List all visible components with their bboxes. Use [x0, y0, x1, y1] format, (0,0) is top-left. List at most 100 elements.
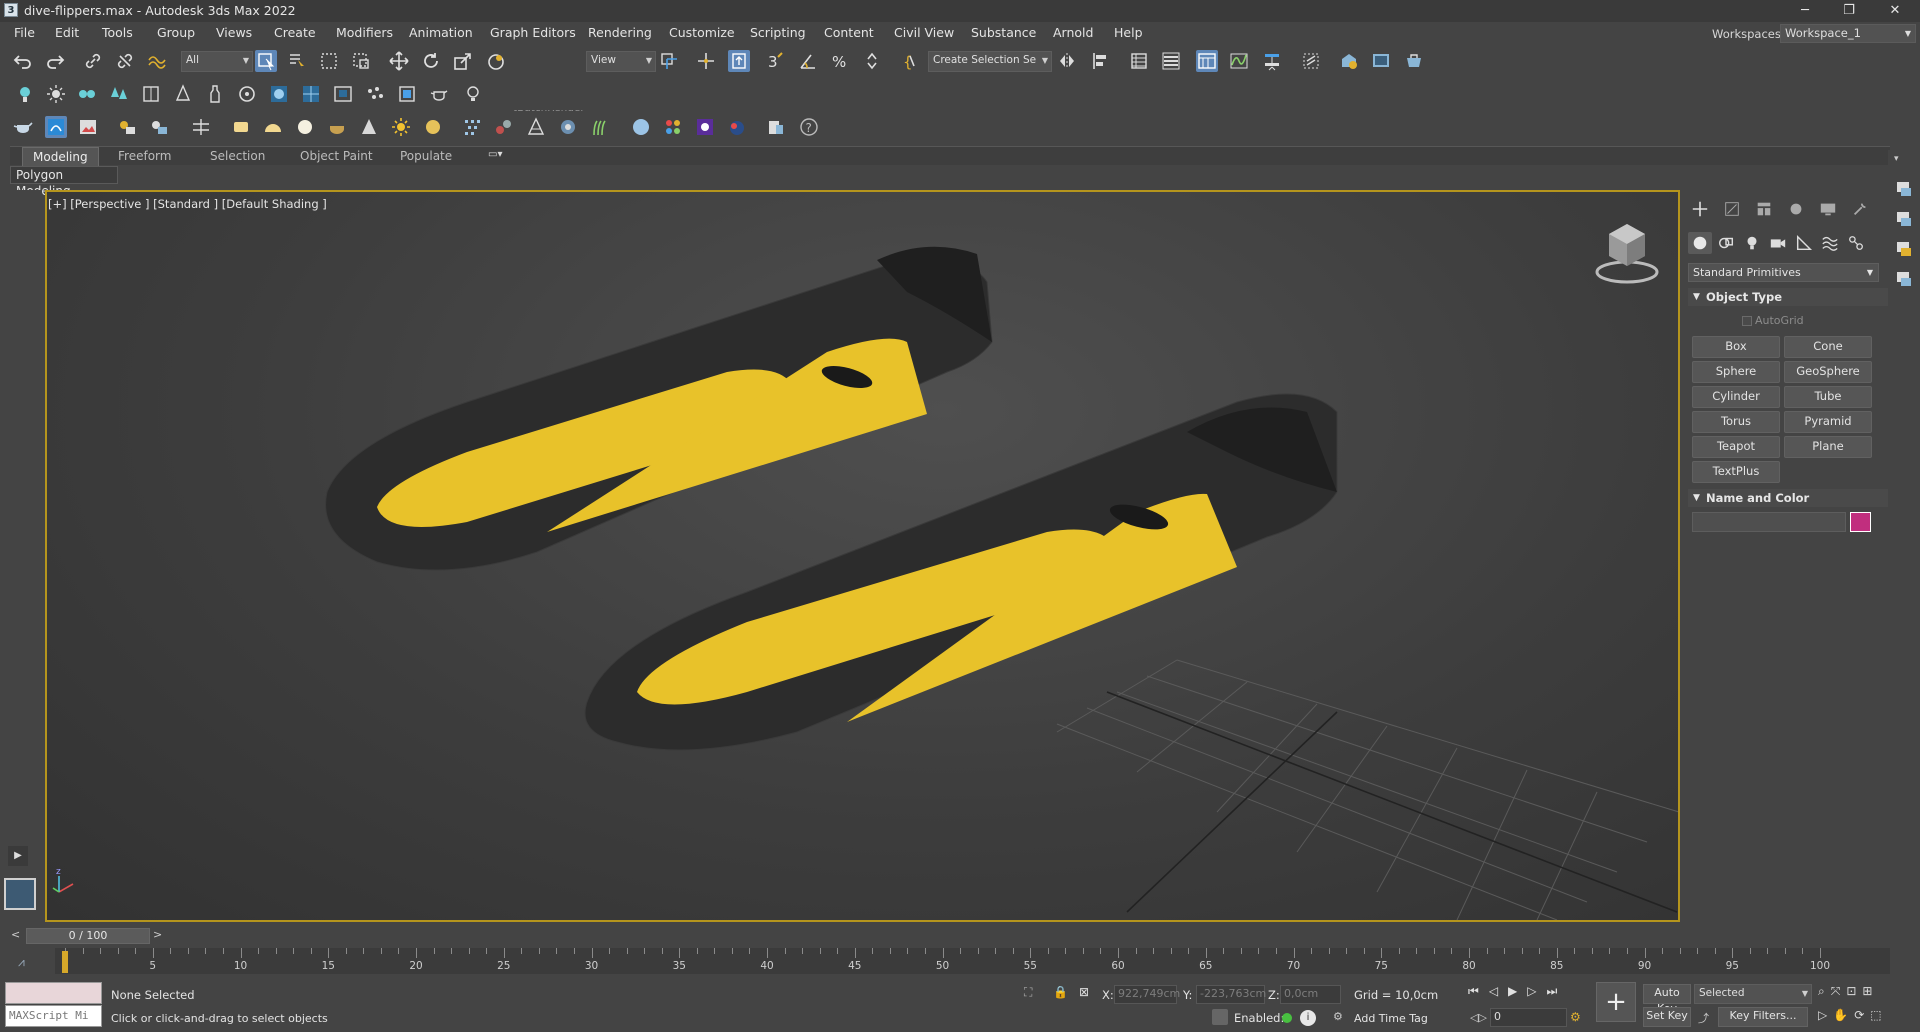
- textplus-button[interactable]: TextPlus: [1692, 461, 1780, 483]
- cameras-category-icon[interactable]: [1766, 232, 1790, 254]
- arnold-render-icon[interactable]: [45, 116, 67, 138]
- autogrid-checkbox[interactable]: [1742, 316, 1752, 326]
- orbit-view-icon[interactable]: ⟳: [1854, 1008, 1870, 1022]
- workspace-select[interactable]: Workspace_1 ▼: [1780, 24, 1916, 43]
- expand-layouts-icon[interactable]: ▶: [8, 846, 28, 866]
- set-key-button[interactable]: Set Key: [1643, 1007, 1691, 1027]
- z-coordinate-field[interactable]: 0,0cm: [1280, 985, 1341, 1004]
- redo-icon[interactable]: [44, 50, 66, 72]
- play-icon[interactable]: ▶: [1508, 984, 1527, 998]
- maxscript-listener-output[interactable]: [5, 982, 102, 1004]
- schematic-view-icon[interactable]: [1261, 50, 1283, 72]
- maxscript-mini-listener[interactable]: MAXScript Mi: [5, 1005, 102, 1027]
- tab-freeform[interactable]: Freeform: [108, 147, 181, 166]
- reference-coordinate-dropdown[interactable]: View ▼: [586, 51, 656, 72]
- render-setup-icon[interactable]: [1338, 50, 1360, 72]
- go-to-start-icon[interactable]: ⏮: [1468, 984, 1489, 998]
- material-editor-icon[interactable]: [1300, 50, 1322, 72]
- explorer-panel-icon-3[interactable]: [1893, 238, 1915, 260]
- menu-modifiers[interactable]: Modifiers: [336, 25, 393, 40]
- stand-in-icon[interactable]: [557, 116, 579, 138]
- bottle-icon[interactable]: [204, 83, 226, 105]
- menu-file[interactable]: File: [14, 25, 35, 40]
- menu-rendering[interactable]: Rendering: [588, 25, 652, 40]
- menu-create[interactable]: Create: [274, 25, 316, 40]
- spinner-snap-icon[interactable]: [861, 50, 883, 72]
- viewport-label[interactable]: [+] [Perspective ] [Standard ] [Default …: [48, 197, 327, 211]
- go-to-end-icon[interactable]: ⏭: [1547, 984, 1568, 998]
- arnold-light-icon[interactable]: [116, 116, 138, 138]
- spot-light-icon[interactable]: [358, 116, 380, 138]
- volume-icon[interactable]: [461, 116, 483, 138]
- time-next-button[interactable]: >: [153, 928, 162, 941]
- time-slider[interactable]: 0 / 100: [26, 928, 150, 944]
- sphere-button[interactable]: Sphere: [1692, 361, 1780, 383]
- render-production-icon[interactable]: [1403, 50, 1425, 72]
- area-light-icon[interactable]: [230, 116, 252, 138]
- curve-toggle-icon[interactable]: ⩘: [18, 955, 25, 970]
- light-bulb-icon[interactable]: [14, 83, 36, 105]
- plane-button[interactable]: Plane: [1784, 436, 1872, 458]
- x-coordinate-field[interactable]: 922,749cm: [1114, 985, 1180, 1004]
- edit-named-selection-icon[interactable]: {: [899, 50, 921, 72]
- select-by-name-icon[interactable]: [286, 50, 308, 72]
- bind-spacewarp-icon[interactable]: [146, 50, 168, 72]
- dome-light-icon[interactable]: [262, 116, 284, 138]
- time-prev-button[interactable]: <: [11, 928, 20, 941]
- rendered-frame-window-icon[interactable]: [1370, 50, 1392, 72]
- tree-outline-icon[interactable]: [172, 83, 194, 105]
- keyboard-shortcut-override-icon[interactable]: [728, 50, 750, 72]
- ribbon-options-icon[interactable]: ▭▾: [488, 149, 502, 160]
- systems-category-icon[interactable]: [1844, 232, 1868, 254]
- isolate-selection-icon[interactable]: ⛶: [1024, 985, 1032, 1000]
- scene-explorer-icon[interactable]: [1128, 50, 1150, 72]
- menu-graph-editors[interactable]: Graph Editors: [490, 25, 576, 40]
- render-sphere-icon[interactable]: [630, 116, 652, 138]
- modify-panel-icon[interactable]: [1720, 198, 1744, 220]
- select-object-icon[interactable]: [255, 50, 277, 72]
- strip-options-icon[interactable]: ▾: [1894, 154, 1899, 164]
- mesh-light-icon[interactable]: [326, 116, 348, 138]
- pivot-center-icon[interactable]: [658, 50, 680, 72]
- window-crossing-icon[interactable]: [350, 50, 372, 72]
- move-icon[interactable]: [388, 50, 410, 72]
- track-bar[interactable]: 0510152025303540455055606570758085909510…: [55, 948, 1890, 974]
- alembic-icon[interactable]: [525, 116, 547, 138]
- create-panel-icon[interactable]: [1688, 198, 1712, 220]
- explorer-panel-icon-2[interactable]: [1893, 208, 1915, 230]
- unlink-icon[interactable]: [114, 50, 136, 72]
- uv-editor-icon[interactable]: [300, 83, 322, 105]
- field-of-view-icon[interactable]: ▷: [1818, 1008, 1833, 1022]
- menu-edit[interactable]: Edit: [55, 25, 79, 40]
- absolute-mode-icon[interactable]: ⊠: [1079, 985, 1089, 999]
- align-icon[interactable]: [1090, 50, 1112, 72]
- time-tag-icon[interactable]: ⚙: [1333, 1010, 1343, 1023]
- tube-button[interactable]: Tube: [1784, 386, 1872, 408]
- box-button[interactable]: Box: [1692, 336, 1780, 358]
- rectangular-selection-icon[interactable]: [318, 50, 340, 72]
- color-palette-icon[interactable]: [662, 116, 684, 138]
- tab-modeling[interactable]: Modeling: [22, 147, 99, 167]
- selection-filter-dropdown[interactable]: All ▼: [181, 51, 253, 72]
- tab-object-paint[interactable]: Object Paint: [290, 147, 383, 166]
- arnold-operator-icon[interactable]: [190, 116, 212, 138]
- menu-arnold[interactable]: Arnold: [1053, 25, 1093, 40]
- auto-key-button[interactable]: Auto Key: [1643, 984, 1691, 1015]
- particle-view-icon[interactable]: [364, 83, 386, 105]
- key-mode-icon[interactable]: ◁▷: [1470, 1011, 1487, 1024]
- torus-button[interactable]: Torus: [1692, 411, 1780, 433]
- curve-editor-icon[interactable]: [1228, 50, 1250, 72]
- link-icon[interactable]: [82, 50, 104, 72]
- scale-icon[interactable]: [452, 50, 474, 72]
- arnold-skydome-icon[interactable]: [148, 116, 170, 138]
- angle-snap-icon[interactable]: [797, 50, 819, 72]
- info-icon[interactable]: i: [1300, 1010, 1316, 1026]
- menu-tools[interactable]: Tools: [102, 25, 133, 40]
- restore-button[interactable]: ❐: [1826, 0, 1872, 22]
- menu-substance[interactable]: Substance: [971, 25, 1036, 40]
- render-bulb-icon[interactable]: [462, 83, 484, 105]
- menu-customize[interactable]: Customize: [669, 25, 735, 40]
- name-and-color-rollout[interactable]: ▼Name and Color⁞: [1688, 489, 1897, 507]
- display-panel-icon[interactable]: [1816, 198, 1840, 220]
- mirror-icon[interactable]: [1056, 50, 1078, 72]
